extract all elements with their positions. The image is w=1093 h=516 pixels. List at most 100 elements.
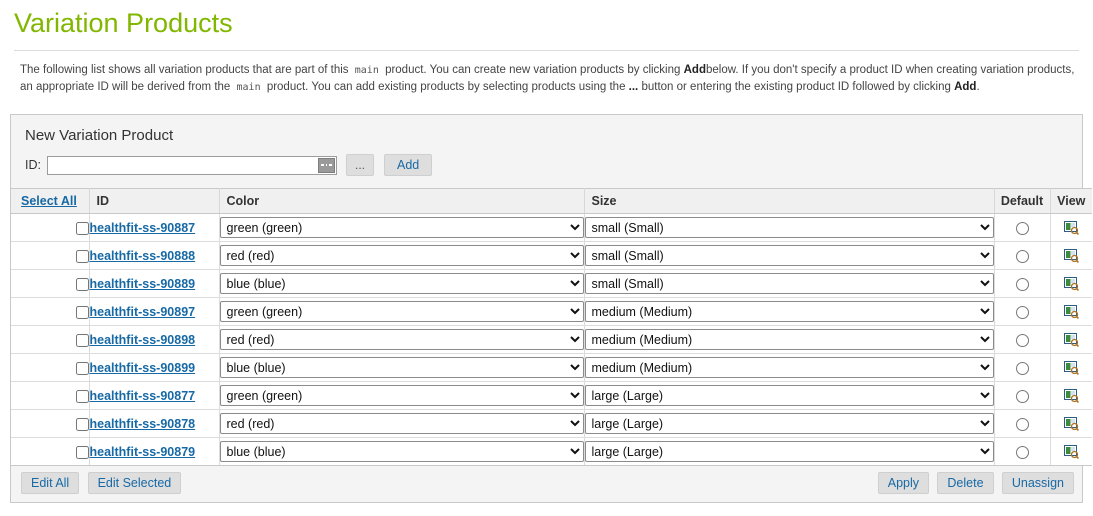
- default-radio[interactable]: [1015, 333, 1029, 347]
- table-body: healthfit-ss-90887 green (green)red (red)…: [11, 213, 1092, 466]
- add-button[interactable]: Add: [384, 154, 433, 176]
- table-row: healthfit-ss-90877 green (green)red (red)…: [11, 381, 1092, 410]
- default-radio[interactable]: [1015, 221, 1029, 235]
- row-view-cell: [1050, 269, 1092, 298]
- view-document-magnifier-icon[interactable]: [1063, 444, 1079, 460]
- table-row: healthfit-ss-90887 green (green)red (red)…: [11, 213, 1092, 242]
- product-id-link[interactable]: healthfit-ss-90887: [90, 221, 196, 235]
- view-document-magnifier-icon[interactable]: [1063, 332, 1079, 348]
- row-size-cell: small (Small)medium (Medium)large (Large…: [584, 409, 995, 438]
- id-input[interactable]: [47, 156, 310, 174]
- size-select[interactable]: small (Small)medium (Medium)large (Large…: [584, 413, 994, 434]
- size-select[interactable]: small (Small)medium (Medium)large (Large…: [584, 441, 994, 462]
- row-color-cell: green (green)red (red)blue (blue): [219, 269, 585, 298]
- default-radio[interactable]: [1015, 445, 1029, 459]
- color-select[interactable]: green (green)red (red)blue (blue): [219, 357, 584, 378]
- default-radio[interactable]: [1015, 305, 1029, 319]
- row-select-cell: [11, 325, 90, 354]
- table-row: healthfit-ss-90889 green (green)red (red)…: [11, 269, 1092, 298]
- table-row: healthfit-ss-90878 green (green)red (red)…: [11, 409, 1092, 438]
- product-id-link[interactable]: healthfit-ss-90899: [90, 361, 196, 375]
- row-default-cell: [994, 213, 1051, 242]
- row-checkbox[interactable]: [75, 221, 89, 235]
- apply-button[interactable]: Apply: [877, 472, 930, 494]
- row-select-cell: [11, 381, 90, 410]
- size-select[interactable]: small (Small)medium (Medium)large (Large…: [584, 357, 994, 378]
- column-header-id: ID: [89, 188, 220, 214]
- product-id-link[interactable]: healthfit-ss-90898: [90, 333, 196, 347]
- product-id-link[interactable]: healthfit-ss-90889: [90, 277, 196, 291]
- row-size-cell: small (Small)medium (Medium)large (Large…: [584, 269, 995, 298]
- product-id-link[interactable]: healthfit-ss-90878: [90, 417, 196, 431]
- row-checkbox[interactable]: [75, 249, 89, 263]
- size-select[interactable]: small (Small)medium (Medium)large (Large…: [584, 301, 994, 322]
- color-select[interactable]: green (green)red (red)blue (blue): [219, 273, 584, 294]
- panel-footer: Edit All Edit Selected Apply Delete Unas…: [11, 466, 1082, 502]
- row-checkbox[interactable]: [75, 445, 89, 459]
- delete-button[interactable]: Delete: [937, 472, 994, 494]
- row-color-cell: green (green)red (red)blue (blue): [219, 409, 585, 438]
- default-radio[interactable]: [1015, 389, 1029, 403]
- edit-all-button[interactable]: Edit All: [21, 472, 80, 494]
- color-select[interactable]: green (green)red (red)blue (blue): [219, 301, 584, 322]
- row-checkbox[interactable]: [75, 305, 89, 319]
- size-select[interactable]: small (Small)medium (Medium)large (Large…: [584, 385, 994, 406]
- edit-selected-button[interactable]: Edit Selected: [87, 472, 182, 494]
- row-default-cell: [994, 325, 1051, 354]
- row-default-cell: [994, 297, 1051, 326]
- default-radio[interactable]: [1015, 277, 1029, 291]
- default-radio[interactable]: [1015, 249, 1029, 263]
- default-radio[interactable]: [1015, 417, 1029, 431]
- product-id-link[interactable]: healthfit-ss-90877: [90, 389, 196, 403]
- intro-bold-ellipsis: ...: [628, 81, 639, 93]
- row-id-cell: healthfit-ss-90888: [89, 241, 220, 270]
- intro-text-5: button or entering the existing product …: [641, 81, 951, 93]
- select-all-link[interactable]: Select All: [21, 194, 77, 208]
- row-view-cell: [1050, 241, 1092, 270]
- row-default-cell: [994, 353, 1051, 382]
- row-checkbox[interactable]: [75, 389, 89, 403]
- size-select[interactable]: small (Small)medium (Medium)large (Large…: [584, 273, 994, 294]
- row-size-cell: small (Small)medium (Medium)large (Large…: [584, 353, 995, 382]
- product-id-link[interactable]: healthfit-ss-90879: [90, 445, 196, 459]
- row-id-cell: healthfit-ss-90889: [89, 269, 220, 298]
- view-document-magnifier-icon[interactable]: [1063, 388, 1079, 404]
- row-id-cell: healthfit-ss-90897: [89, 297, 220, 326]
- color-select[interactable]: green (green)red (red)blue (blue): [219, 413, 584, 434]
- view-document-magnifier-icon[interactable]: [1063, 220, 1079, 236]
- view-document-magnifier-icon[interactable]: [1063, 248, 1079, 264]
- view-document-magnifier-icon[interactable]: [1063, 360, 1079, 376]
- row-select-cell: [11, 409, 90, 438]
- color-select[interactable]: green (green)red (red)blue (blue): [219, 245, 584, 266]
- default-radio[interactable]: [1015, 361, 1029, 375]
- column-header-select-all: Select All: [11, 188, 90, 214]
- color-select[interactable]: green (green)red (red)blue (blue): [219, 441, 584, 462]
- variation-products-panel: New Variation Product ID: ... Add Select…: [10, 114, 1092, 503]
- product-id-link[interactable]: healthfit-ss-90888: [90, 249, 196, 263]
- unassign-button[interactable]: Unassign: [1001, 472, 1074, 494]
- product-id-link[interactable]: healthfit-ss-90897: [90, 305, 196, 319]
- browse-products-button[interactable]: ...: [345, 154, 374, 176]
- size-select[interactable]: small (Small)medium (Medium)large (Large…: [584, 245, 994, 266]
- color-select[interactable]: green (green)red (red)blue (blue): [219, 217, 584, 238]
- row-checkbox[interactable]: [75, 333, 89, 347]
- view-document-magnifier-icon[interactable]: [1063, 304, 1079, 320]
- table-row: healthfit-ss-90899 green (green)red (red)…: [11, 353, 1092, 382]
- column-header-color: Color: [219, 188, 585, 214]
- row-checkbox[interactable]: [75, 277, 89, 291]
- size-select[interactable]: small (Small)medium (Medium)large (Large…: [584, 217, 994, 238]
- column-header-view: View: [1050, 188, 1092, 214]
- view-document-magnifier-icon[interactable]: [1063, 276, 1079, 292]
- row-checkbox[interactable]: [75, 361, 89, 375]
- row-id-cell: healthfit-ss-90877: [89, 381, 220, 410]
- view-document-magnifier-icon[interactable]: [1063, 416, 1079, 432]
- field-picker-icon[interactable]: [317, 157, 335, 173]
- row-checkbox[interactable]: [75, 417, 89, 431]
- row-view-cell: [1050, 381, 1092, 410]
- table-row: healthfit-ss-90897 green (green)red (red)…: [11, 297, 1092, 326]
- row-view-cell: [1050, 297, 1092, 326]
- size-select[interactable]: small (Small)medium (Medium)large (Large…: [584, 329, 994, 350]
- color-select[interactable]: green (green)red (red)blue (blue): [219, 329, 584, 350]
- color-select[interactable]: green (green)red (red)blue (blue): [219, 385, 584, 406]
- row-default-cell: [994, 409, 1051, 438]
